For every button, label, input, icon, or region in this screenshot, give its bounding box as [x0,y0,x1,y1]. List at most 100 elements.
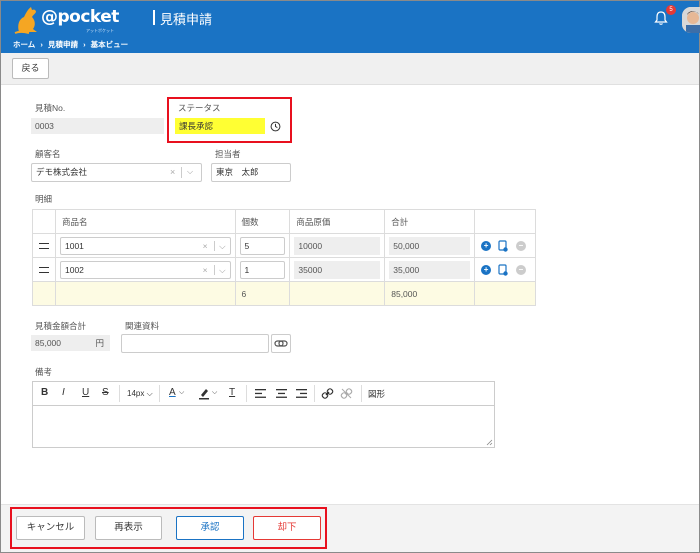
bold-button[interactable]: B [41,387,48,398]
underline-button[interactable]: U [82,387,89,398]
add-row-icon[interactable]: + [481,264,492,275]
related-docs-input[interactable] [121,334,269,353]
editor-toolbar: B I U S 14px ⌵ A ⌵ ⌵ T 図形 [33,382,494,406]
total-field: 35,000 [389,260,471,279]
strike-button[interactable]: S [102,387,109,398]
back-button[interactable]: 戻る [12,58,49,79]
cost-field: 10000 [294,236,381,255]
product-select[interactable]: 1002 × ⌵ [60,260,231,279]
select-divider [213,240,215,251]
font-size-value: 14px [127,389,145,398]
cancel-button[interactable]: キャンセル [16,516,85,540]
chevron-down-icon[interactable]: ⌵ [219,262,225,278]
table-header-total: 合計 [384,209,476,234]
product-value: 1001 [65,240,84,251]
insert-link-icon[interactable] [321,387,334,400]
customer-select[interactable]: デモ株式会社 [31,163,202,182]
notes-textarea[interactable] [33,407,494,447]
table-header-qty: 個数 [234,209,291,234]
toolbar-divider [314,385,315,402]
align-center-icon[interactable] [276,389,287,398]
clear-format-button[interactable]: T [229,387,235,398]
resize-handle-icon[interactable] [486,439,493,446]
qty-input[interactable]: 5 [239,236,286,255]
qty-input[interactable]: 1 [239,260,286,279]
breadcrumb-home[interactable]: ホーム [13,40,35,49]
font-size-select[interactable]: 14px ⌵ [127,389,153,399]
toolbar-divider [119,385,120,402]
app-header: @pocket アットポケット 見積申請 ホーム › 見積申請 › 基本ビュー … [1,1,700,53]
product-value: 1002 [65,264,84,275]
table-row: 1001 × ⌵ 5 10000 50,000 + − [32,233,536,258]
staff-field[interactable]: 東京 太郎 [211,163,291,182]
drag-handle-icon[interactable] [39,242,49,249]
estimate-no-label: 見積No. [35,103,66,113]
copy-row-icon[interactable] [498,239,509,252]
select-divider [181,167,182,178]
avatar[interactable] [682,7,700,33]
remove-row-icon[interactable]: − [515,264,526,275]
toolbar-divider [159,385,160,402]
related-docs-label: 関連資料 [125,321,160,331]
notification-badge: 5 [666,5,676,15]
table-header [474,209,536,234]
summary-total: 85,000 [384,281,476,306]
customer-label: 顧客名 [35,149,61,159]
shape-button[interactable]: 図形 [368,388,385,400]
link-icon [274,340,288,347]
clock-icon[interactable] [270,121,281,132]
chevron-down-icon[interactable]: ⌵ [219,238,225,254]
table-row: 1002 × ⌵ 1 35000 35,000 + − [32,257,536,282]
notes-label: 備考 [35,367,53,377]
title-divider [153,10,155,25]
breadcrumb-separator: › [40,40,43,49]
total-amount-field: 85,000 円 [31,335,110,351]
total-amount-value: 85,000 [35,338,61,348]
chevron-down-icon[interactable]: ⌵ [187,167,193,177]
clear-icon[interactable]: × [203,262,208,278]
product-select[interactable]: 1001 × ⌵ [60,236,231,255]
staff-value: 東京 太郎 [216,167,259,177]
clear-icon[interactable]: × [170,167,175,177]
currency-unit: 円 [95,338,104,348]
align-left-icon[interactable] [255,389,266,398]
customer-value: デモ株式会社 [36,167,88,177]
highlight-pen-icon[interactable] [198,387,210,400]
breadcrumb-separator: › [83,40,86,49]
table-header-row: 商品名 個数 商品原価 合計 [32,209,536,234]
table-header-cost: 商品原価 [289,209,386,234]
table-header-product: 商品名 [55,209,236,234]
chevron-down-icon[interactable]: ⌵ [212,389,217,397]
breadcrumb-view: 基本ビュー [90,40,129,49]
breadcrumb: ホーム › 見積申請 › 基本ビュー [13,39,131,50]
unlink-icon[interactable] [340,387,353,400]
page-title: 見積申請 [160,12,213,27]
status-field: 課長承認 [175,118,265,134]
toolbar-divider [246,385,247,402]
copy-row-icon[interactable] [498,263,509,276]
clear-icon[interactable]: × [203,238,208,254]
remove-row-icon[interactable]: − [515,240,526,251]
italic-button[interactable]: I [62,387,65,398]
logo-text: @pocket [41,7,119,27]
chevron-down-icon[interactable]: ⌵ [179,389,184,397]
estimate-no-field: 0003 [31,118,164,134]
table-header [32,209,56,234]
approve-button[interactable]: 承認 [176,516,244,540]
total-amount-label: 見積金額合計 [35,321,87,331]
reload-button[interactable]: 再表示 [95,516,162,540]
reject-button[interactable]: 却下 [253,516,321,540]
summary-qty: 6 [234,281,291,306]
add-row-icon[interactable]: + [481,240,492,251]
align-right-icon[interactable] [296,389,307,398]
drag-handle-icon[interactable] [39,266,49,273]
details-label: 明細 [35,194,53,204]
link-button[interactable] [271,334,291,353]
toolbar-divider [361,385,362,402]
text-color-button[interactable]: A [169,387,176,398]
table-summary-row: 6 85,000 [32,281,536,306]
select-divider [213,264,215,275]
action-toolbar: 戻る [1,53,699,85]
total-field: 50,000 [389,236,471,255]
breadcrumb-estimate[interactable]: 見積申請 [48,40,78,49]
